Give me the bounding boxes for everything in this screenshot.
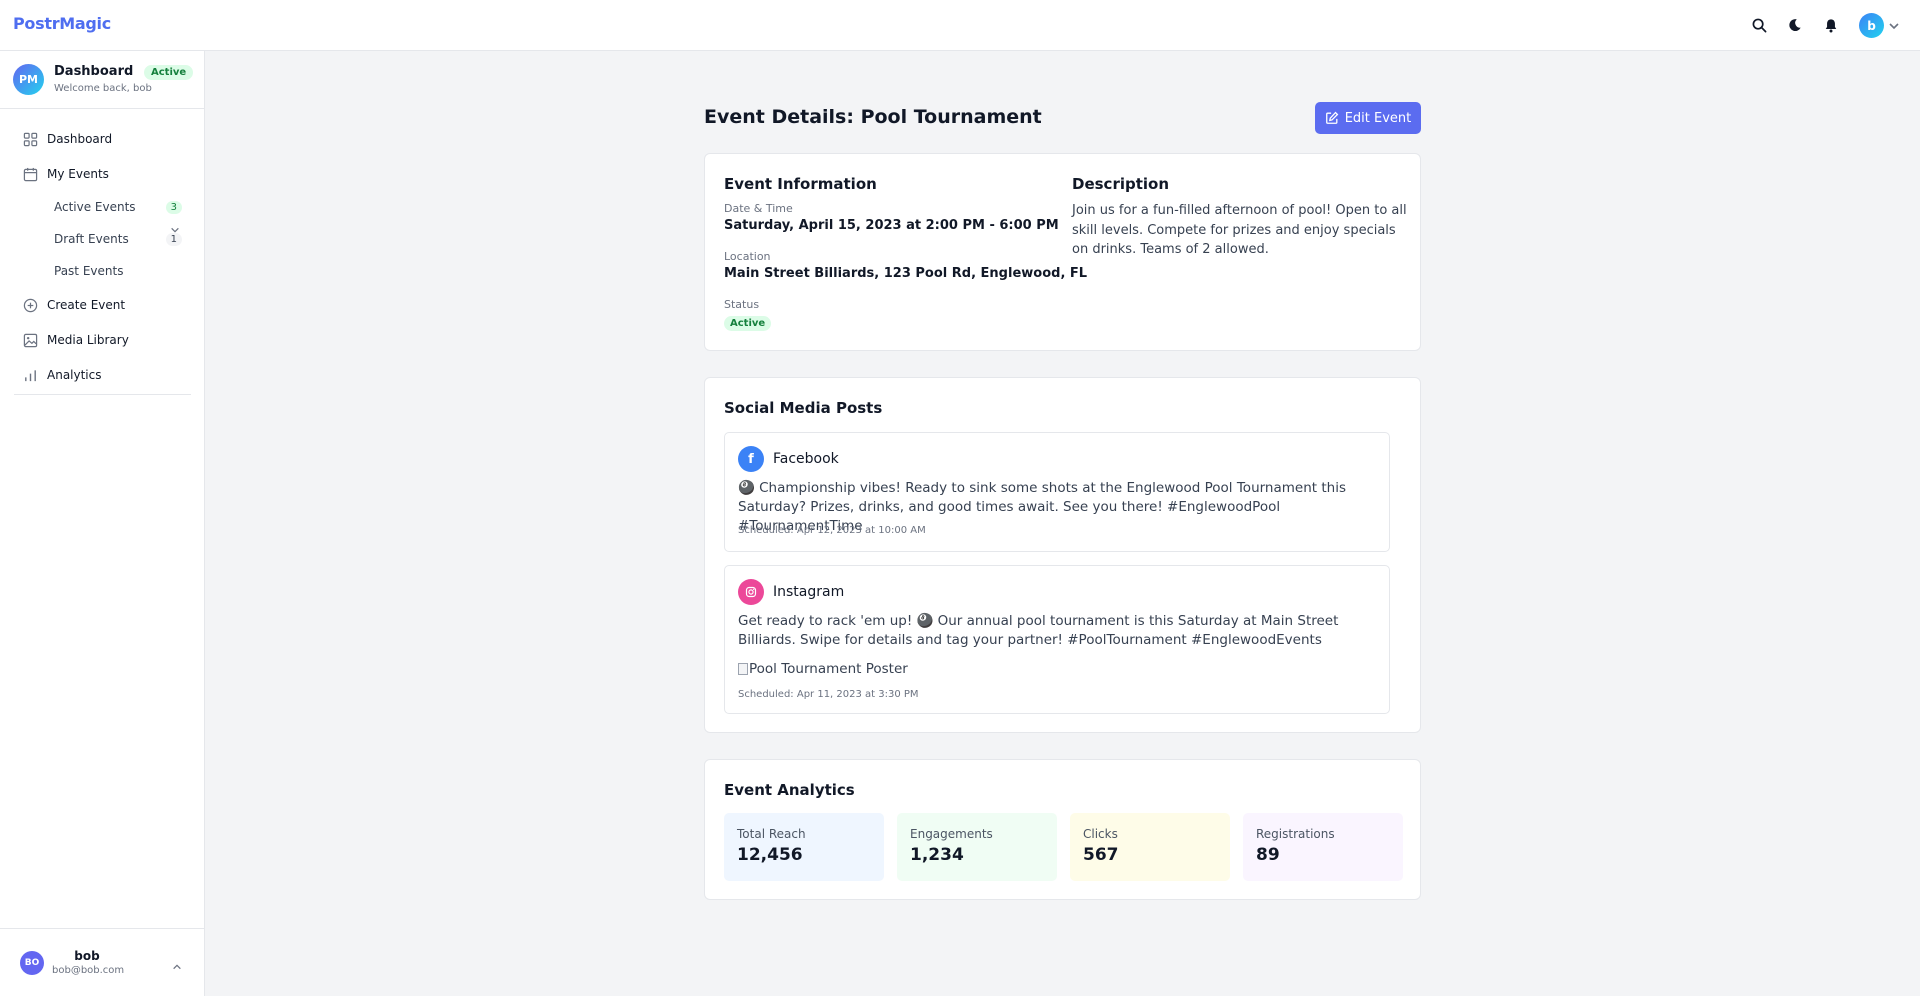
location-label: Location	[724, 250, 771, 263]
status-label: Status	[724, 298, 760, 311]
broken-image-icon	[738, 663, 748, 675]
sidebar-title: Dashboard	[54, 64, 134, 79]
event-analytics-card: Event Analytics Total Reach 12,456 Engag…	[704, 759, 1421, 900]
post-instagram[interactable]: Instagram Get ready to rack 'em up! 🎱 Ou…	[724, 565, 1390, 714]
sidebar-item-label: Draft Events	[54, 232, 129, 246]
edit-icon	[1325, 111, 1339, 124]
platform-name: Facebook	[773, 451, 839, 467]
search-icon[interactable]	[1748, 14, 1770, 36]
moon-icon[interactable]	[1784, 14, 1806, 36]
sidebar-item-analytics[interactable]: Analytics	[14, 361, 192, 389]
divider	[14, 394, 191, 395]
sidebar-item-label: Analytics	[47, 368, 102, 382]
poster-image: Pool Tournament Poster	[738, 661, 908, 677]
stat-value: 89	[1256, 845, 1280, 865]
status-badge: Active	[724, 316, 772, 331]
sidebar-item-label: Dashboard	[47, 132, 113, 146]
count-badge: 3	[165, 200, 182, 214]
location-value: Main Street Billiards, 123 Pool Rd, Engl…	[724, 266, 1088, 281]
instagram-icon	[738, 579, 764, 605]
stat-registrations: Registrations 89	[1243, 813, 1403, 881]
bar-chart-icon	[22, 367, 38, 383]
sidebar-item-active-events[interactable]: Active Events 3	[54, 194, 182, 220]
sidebar-item-draft-events[interactable]: Draft Events 1	[54, 226, 182, 252]
sidebar-item-label: Media Library	[47, 333, 129, 347]
edit-button-label: Edit Event	[1344, 110, 1412, 126]
event-info-heading: Event Information	[724, 175, 877, 193]
bell-icon[interactable]	[1820, 14, 1842, 36]
user-email: bob@bob.com	[52, 965, 125, 976]
sidebar-item-dashboard[interactable]: Dashboard	[14, 125, 192, 153]
avatar: BO	[20, 951, 44, 975]
stat-value: 12,456	[737, 845, 803, 865]
description-heading: Description	[1072, 175, 1170, 193]
analytics-heading: Event Analytics	[724, 781, 855, 799]
datetime-value: Saturday, April 15, 2023 at 2:00 PM - 6:…	[724, 218, 1059, 233]
stat-total-reach: Total Reach 12,456	[724, 813, 884, 881]
stat-label: Total Reach	[737, 827, 806, 841]
image-alt-text: Pool Tournament Poster	[749, 661, 908, 677]
calendar-icon	[22, 166, 38, 182]
platform-name: Instagram	[773, 584, 845, 600]
stat-label: Registrations	[1256, 827, 1335, 841]
stat-label: Engagements	[910, 827, 993, 841]
stat-label: Clicks	[1083, 827, 1118, 841]
sidebar-item-create-event[interactable]: Create Event	[14, 291, 192, 319]
scheduled-time: Scheduled: Apr 12, 2023 at 10:00 AM	[738, 525, 926, 536]
sidebar-header: PM Dashboard Active Welcome back, bob	[0, 51, 204, 109]
grid-icon	[22, 131, 38, 147]
chevron-up-icon[interactable]	[172, 957, 182, 976]
edit-event-button[interactable]: Edit Event	[1315, 102, 1421, 134]
social-posts-card: Social Media Posts f Facebook 🎱 Champion…	[704, 377, 1421, 733]
post-text: Get ready to rack 'em up! 🎱 Our annual p…	[738, 613, 1339, 648]
user-avatar[interactable]: b	[1859, 13, 1884, 38]
status-badge: Active	[144, 65, 194, 80]
image-icon	[22, 332, 38, 348]
avatar: PM	[13, 64, 44, 95]
stat-value: 567	[1083, 845, 1119, 865]
event-info-card: Event Information Date & Time Saturday, …	[704, 153, 1421, 351]
sidebar-item-label: Past Events	[54, 264, 124, 278]
sidebar: PM Dashboard Active Welcome back, bob Da…	[0, 51, 205, 996]
plus-circle-icon	[22, 297, 38, 313]
welcome-text: Welcome back, bob	[54, 83, 152, 94]
sidebar-item-label: Active Events	[54, 200, 136, 214]
scheduled-time: Scheduled: Apr 11, 2023 at 3:30 PM	[738, 689, 919, 700]
user-name: bob	[74, 949, 100, 963]
description-text: Join us for a fun-filled afternoon of po…	[1072, 203, 1407, 257]
facebook-icon: f	[738, 446, 764, 472]
sidebar-user[interactable]: BO bob bob@bob.com	[0, 928, 204, 996]
top-bar: PostrMagic b	[0, 0, 1920, 51]
sidebar-item-label: Create Event	[47, 298, 126, 312]
sidebar-item-media-library[interactable]: Media Library	[14, 326, 192, 354]
app-logo[interactable]: PostrMagic	[13, 14, 111, 33]
datetime-label: Date & Time	[724, 202, 793, 215]
social-heading: Social Media Posts	[724, 399, 883, 417]
sidebar-item-past-events[interactable]: Past Events	[54, 258, 182, 284]
sidebar-item-my-events[interactable]: My Events	[14, 160, 192, 188]
stat-clicks: Clicks 567	[1070, 813, 1230, 881]
post-facebook[interactable]: f Facebook 🎱 Championship vibes! Ready t…	[724, 432, 1390, 552]
page-title: Event Details: Pool Tournament	[704, 106, 1042, 128]
sidebar-item-label: My Events	[47, 167, 109, 181]
stat-engagements: Engagements 1,234	[897, 813, 1057, 881]
chevron-down-icon[interactable]	[1888, 17, 1900, 36]
count-badge: 1	[165, 232, 182, 246]
stat-value: 1,234	[910, 845, 964, 865]
